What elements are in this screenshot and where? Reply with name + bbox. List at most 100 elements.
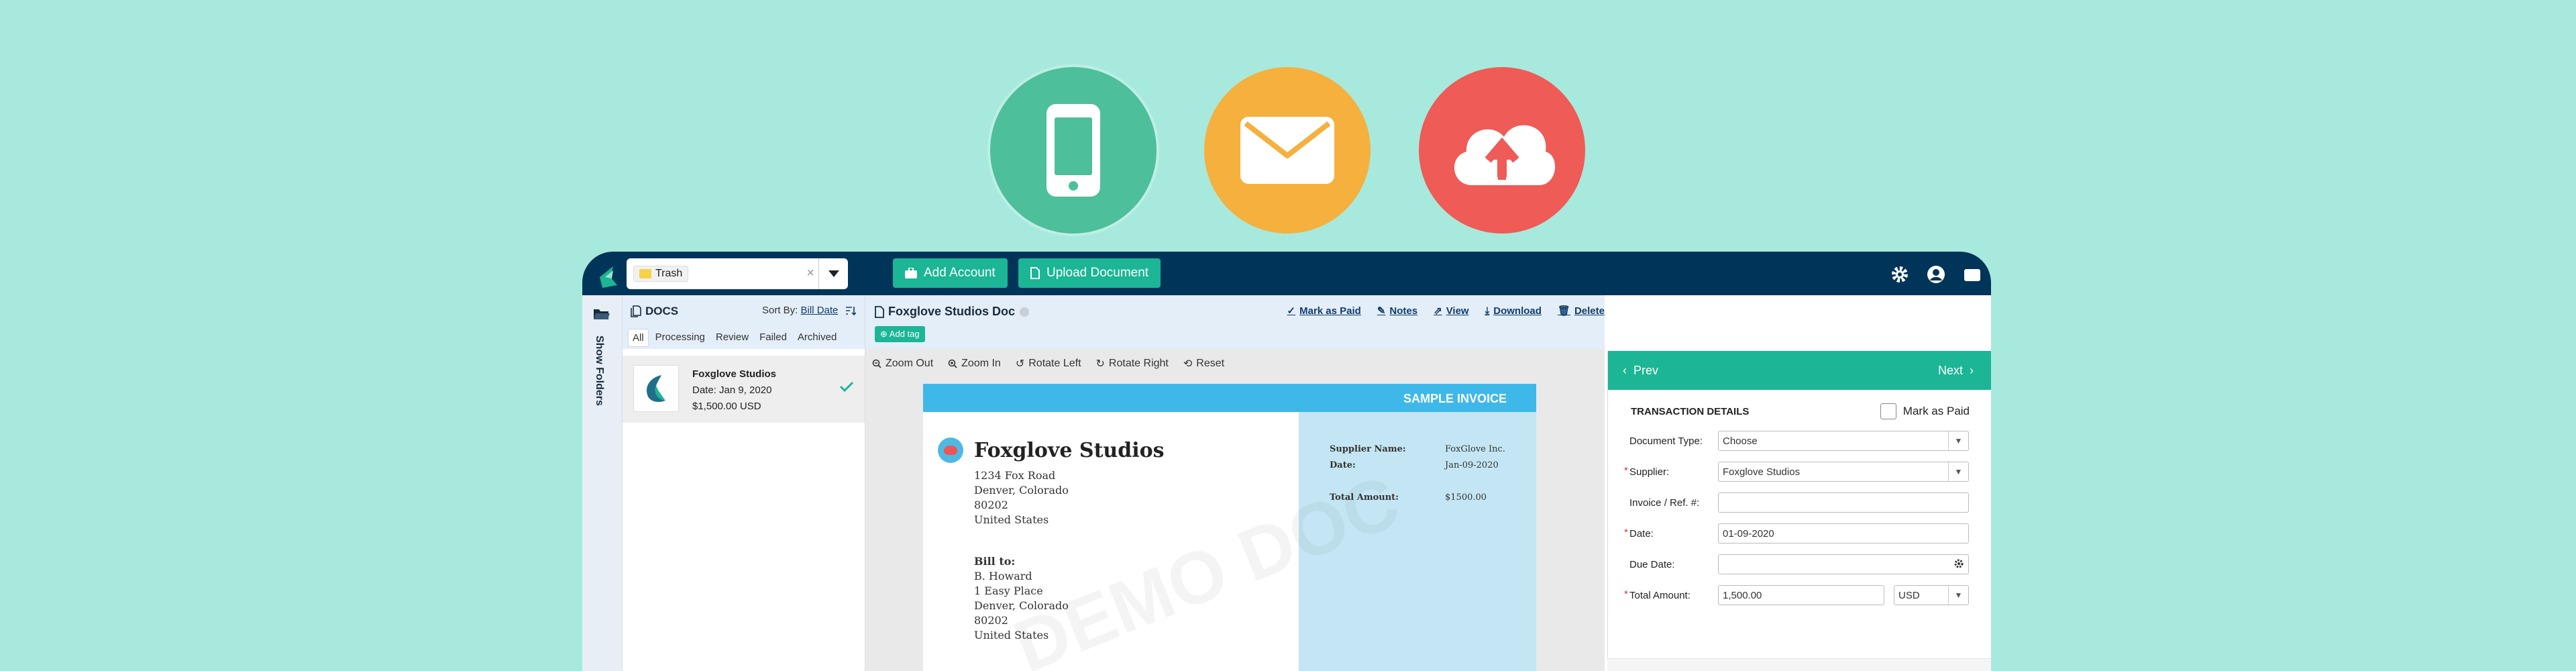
mark-as-paid-action[interactable]: ✓ Mark as Paid [1287,305,1361,317]
supplier-name-value: FoxGlove Inc. [1445,444,1505,454]
total-amount-input[interactable]: 1,500.00 [1718,585,1884,605]
zoom-in-label: Zoom In [961,358,1001,369]
chevron-down-icon: ▼ [1948,431,1968,450]
upload-document-button[interactable]: Upload Document [1018,258,1161,288]
date-value: Jan-09-2020 [1445,460,1499,470]
sort-by-label: Sort By: [762,305,801,316]
address-line: United States [974,513,1049,526]
rotate-left-button[interactable]: ↺ Rotate Left [1016,357,1081,370]
prev-button[interactable]: ‹ Prev [1623,364,1658,378]
sort-icon[interactable] [845,306,857,316]
foxglove-logo-icon [647,375,665,402]
sort-by[interactable]: Sort By: Bill Date [762,305,857,316]
folder-open-icon [594,309,610,319]
folders-rail[interactable]: Show Folders [582,295,623,671]
show-folders-label[interactable]: Show Folders [593,336,605,406]
due-date-label: Due Date: [1629,558,1675,570]
currency-select[interactable]: USD ▼ [1894,585,1969,605]
gear-icon[interactable] [1890,265,1909,284]
supplier-select[interactable]: Foxglove Studios ▼ [1718,462,1969,482]
bill-to-line: B. Howard [974,570,1032,582]
currency-value: USD [1898,590,1920,601]
tab-all[interactable]: All [628,329,649,347]
view-label: View [1446,305,1469,317]
docs-header: DOCS Sort By: Bill Date All Processing R… [623,295,865,349]
tab-failed[interactable]: Failed [755,329,791,347]
download-label: Download [1493,305,1542,317]
search-tag-label: Trash [655,268,683,279]
invoice-logo-icon [938,437,963,463]
sort-by-value[interactable]: Bill Date [801,305,839,316]
bill-to-label: Bill to: [974,555,1016,568]
mark-as-paid-checkbox[interactable]: Mark as Paid [1880,403,1970,419]
mark-as-paid-label: Mark as Paid [1902,405,1970,417]
info-icon[interactable] [1019,307,1030,317]
doc-item-name: Foxglove Studios [692,368,777,380]
add-account-label: Add Account [924,266,996,280]
download-action[interactable]: ⤓ Download [1485,305,1542,317]
add-account-button[interactable]: Add Account [893,258,1008,288]
zoom-out-button[interactable]: Zoom Out [872,357,933,370]
document-icon [875,305,884,318]
invoice-header-bar: SAMPLE INVOICE [923,384,1536,412]
checkbox[interactable] [1880,403,1896,419]
transaction-panel: ‹ Prev Next › TRANSACTION DETAILS Mark a… [1607,351,1991,671]
document-type-row: Document Type: Choose ▼ [1624,429,1986,453]
notes-action[interactable]: ✎ Notes [1377,305,1417,317]
doc-item-amount: $1,500.00 USD [692,401,761,412]
docs-tabs: All Processing Review Failed Archived [628,329,841,347]
document-type-select[interactable]: Choose ▼ [1718,431,1969,451]
checkmark-icon [839,381,854,392]
zoom-in-button[interactable]: Zoom In [948,357,1001,370]
phone-icon [990,67,1157,234]
total-amount-value: $1500.00 [1445,493,1487,503]
search-dropdown-button[interactable] [818,258,848,289]
panel-nav: ‹ Prev Next › [1608,351,1991,390]
tab-archived[interactable]: Archived [794,329,841,347]
view-action[interactable]: ⇗ View [1434,305,1469,317]
tab-review[interactable]: Review [712,329,753,347]
rotate-right-button[interactable]: ↻ Rotate Right [1096,357,1169,370]
doc-thumbnail [633,365,679,412]
document-actions: ✓ Mark as Paid ✎ Notes ⇗ View ⤓ Download… [1287,305,1605,317]
reset-label: Reset [1196,358,1225,369]
add-tag-button[interactable]: ⊕ Add tag [875,326,925,342]
document-type-value: Choose [1723,435,1758,447]
docs-panel: DOCS Sort By: Bill Date All Processing R… [623,295,865,671]
date-label-text: Date: [1629,527,1654,539]
total-amount-row: * Total Amount: 1,500.00 USD ▼ [1624,583,1986,607]
notes-label: Notes [1389,305,1418,317]
due-date-row: Due Date: [1624,552,1986,576]
invoice-header-title: SAMPLE INVOICE [1403,392,1507,405]
panel-footer [1607,658,1991,671]
date-label: * Date: [1624,526,1654,539]
tab-processing[interactable]: Processing [651,329,709,347]
zoom-in-icon [948,359,957,368]
invoice-company: Foxglove Studios [974,439,1165,462]
help-icon[interactable] [1963,265,1982,284]
gear-icon[interactable] [1953,558,1964,569]
mail-icon [1204,67,1371,234]
search-tag[interactable]: Trash [633,266,689,282]
invoice-ref-input[interactable] [1718,493,1969,513]
chevron-down-icon: ▼ [1948,586,1968,605]
rotate-left-icon: ↺ [1015,358,1025,370]
rotate-right-label: Rotate Right [1108,358,1169,369]
total-amount-label: * Total Amount: [1624,588,1690,601]
documents-icon [631,305,641,317]
doc-meta: Foxglove Studios Date: Jan 9, 2020 $1,50… [692,366,776,415]
clear-icon[interactable]: × [806,266,814,281]
top-bar: Trash × Add Account Upload Document [582,252,1991,295]
transaction-details-title: TRANSACTION DETAILS [1631,406,1750,417]
reset-button[interactable]: ⟲ Reset [1183,357,1224,370]
delete-label: Delete [1574,305,1605,317]
user-icon[interactable] [1927,265,1945,284]
list-item[interactable]: Foxglove Studios Date: Jan 9, 2020 $1,50… [623,356,865,423]
date-input[interactable]: 01-09-2020 [1718,523,1969,544]
address-line: Denver, Colorado [974,484,1069,497]
search-input[interactable]: Trash × [627,258,848,289]
cloud-upload-icon [1419,67,1585,234]
due-date-input[interactable] [1718,554,1969,574]
delete-action[interactable]: 🗑 Delete [1558,305,1605,317]
next-button[interactable]: Next › [1938,364,1974,378]
